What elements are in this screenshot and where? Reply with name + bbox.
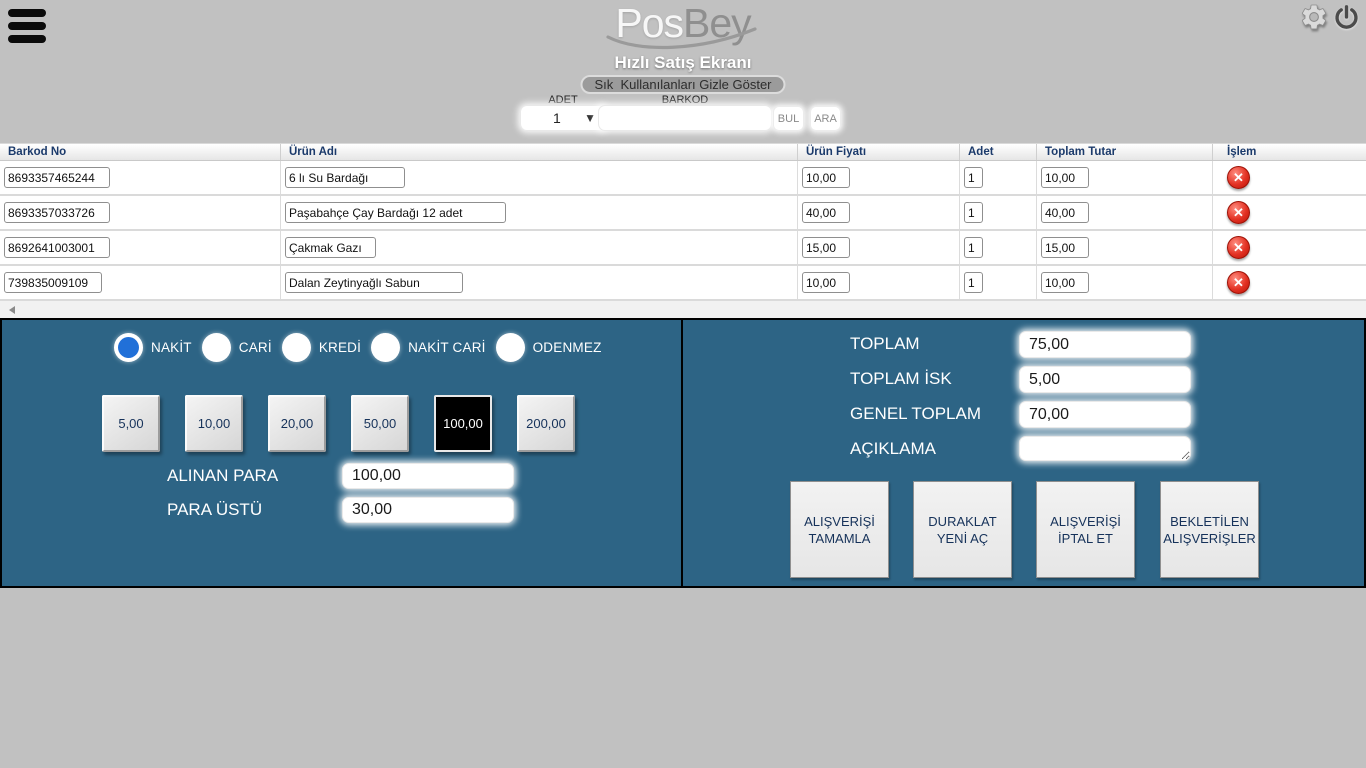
radio-label: KREDİ [319, 340, 361, 355]
summary-right-pane: TOPLAM TOPLAM İSK GENEL TOPLAM AÇIKLAMA … [683, 320, 1364, 586]
row-price-input[interactable] [802, 272, 850, 293]
table-row: ✕ [0, 231, 1366, 266]
payment-panel: NAKİT CARİ KREDİ NAKİT CARİ ODENMEZ [0, 318, 1366, 588]
row-qty-input[interactable] [964, 167, 983, 188]
radio-nakit-cari[interactable]: NAKİT CARİ [371, 333, 486, 362]
radio-nakit[interactable]: NAKİT [114, 333, 192, 362]
row-barcode-input[interactable] [4, 202, 110, 223]
radio-circle[interactable] [202, 333, 231, 362]
radio-kredi[interactable]: KREDİ [282, 333, 361, 362]
radio-label: NAKİT [151, 340, 192, 355]
denomination-buttons: 5,00 10,00 20,00 50,00 100,00 200,00 [102, 395, 575, 452]
change-money-input[interactable] [342, 497, 514, 523]
quantity-select[interactable]: 1 [521, 106, 605, 130]
radio-label: ODENMEZ [533, 340, 602, 355]
denom-5-button[interactable]: 5,00 [102, 395, 160, 452]
toplam-label: TOPLAM [850, 334, 920, 354]
row-barcode-input[interactable] [4, 237, 110, 258]
denom-100-button-selected[interactable]: 100,00 [434, 395, 492, 452]
radio-circle[interactable] [371, 333, 400, 362]
page-title: Hızlı Satış Ekranı [0, 53, 1366, 73]
pos-quick-sale-screen: PosBey Hızlı Satış Ekranı Sık Kullanılan… [0, 0, 1366, 768]
held-sales-button[interactable]: BEKLETİLEN ALIŞVERİŞLER [1160, 481, 1259, 578]
row-total-input[interactable] [1041, 202, 1089, 223]
sale-items-table: Barkod No Ürün Adı Ürün Fiyatı Adet Topl… [0, 143, 1366, 301]
delete-row-icon[interactable]: ✕ [1227, 166, 1250, 189]
complete-sale-button[interactable]: ALIŞVERİŞİ TAMAMLA [790, 481, 889, 578]
col-header-toplam-tutar: Toplam Tutar [1037, 144, 1213, 160]
table-header-row: Barkod No Ürün Adı Ürün Fiyatı Adet Topl… [0, 143, 1366, 161]
row-barcode-input[interactable] [4, 272, 102, 293]
pause-open-new-button[interactable]: DURAKLAT YENİ AÇ [913, 481, 1012, 578]
logo-swoosh [605, 27, 761, 55]
denom-200-button[interactable]: 200,00 [517, 395, 575, 452]
row-product-name-input[interactable] [285, 202, 506, 223]
scroll-left-arrow-icon[interactable] [9, 306, 15, 314]
delete-row-icon[interactable]: ✕ [1227, 236, 1250, 259]
row-total-input[interactable] [1041, 167, 1089, 188]
row-price-input[interactable] [802, 202, 850, 223]
col-header-islem: İşlem [1213, 144, 1366, 160]
row-price-input[interactable] [802, 167, 850, 188]
radio-circle[interactable] [282, 333, 311, 362]
radio-label: NAKİT CARİ [408, 340, 486, 355]
payment-method-group: NAKİT CARİ KREDİ NAKİT CARİ ODENMEZ [114, 333, 602, 362]
denom-10-button[interactable]: 10,00 [185, 395, 243, 452]
table-row: ✕ [0, 266, 1366, 301]
para-ustu-label: PARA ÜSTÜ [167, 500, 262, 520]
radio-odenmez[interactable]: ODENMEZ [496, 333, 602, 362]
col-header-barkod-no: Barkod No [0, 144, 281, 160]
alinan-para-label: ALINAN PARA [167, 466, 278, 486]
find-button[interactable]: BUL [773, 106, 804, 131]
received-money-input[interactable] [342, 463, 514, 489]
description-textarea[interactable] [1019, 436, 1191, 461]
delete-row-icon[interactable]: ✕ [1227, 201, 1250, 224]
denom-20-button[interactable]: 20,00 [268, 395, 326, 452]
row-qty-input[interactable] [964, 272, 983, 293]
row-total-input[interactable] [1041, 237, 1089, 258]
total-input[interactable] [1019, 331, 1191, 358]
cancel-sale-button[interactable]: ALIŞVERİŞİ İPTAL ET [1036, 481, 1135, 578]
genel-toplam-label: GENEL TOPLAM [850, 404, 981, 424]
denom-50-button[interactable]: 50,00 [351, 395, 409, 452]
grand-total-input[interactable] [1019, 401, 1191, 428]
radio-circle-selected[interactable] [114, 333, 143, 362]
row-product-name-input[interactable] [285, 237, 376, 258]
row-price-input[interactable] [802, 237, 850, 258]
total-discount-input[interactable] [1019, 366, 1191, 393]
toplam-isk-label: TOPLAM İSK [850, 369, 952, 389]
barcode-input[interactable] [598, 105, 772, 131]
table-row: ✕ [0, 196, 1366, 231]
row-product-name-input[interactable] [285, 272, 463, 293]
row-total-input[interactable] [1041, 272, 1089, 293]
col-header-urun-adi: Ürün Adı [281, 144, 798, 160]
row-barcode-input[interactable] [4, 167, 110, 188]
radio-cari[interactable]: CARİ [202, 333, 272, 362]
favorites-toggle-button[interactable]: Sık Kullanılanları Gizle Göster [580, 75, 785, 94]
radio-circle[interactable] [496, 333, 525, 362]
row-qty-input[interactable] [964, 202, 983, 223]
radio-label: CARİ [239, 340, 272, 355]
search-button[interactable]: ARA [810, 106, 841, 131]
col-header-urun-fiyati: Ürün Fiyatı [798, 144, 960, 160]
delete-row-icon[interactable]: ✕ [1227, 271, 1250, 294]
horizontal-scrollbar[interactable] [0, 301, 1366, 318]
payment-left-pane: NAKİT CARİ KREDİ NAKİT CARİ ODENMEZ [2, 320, 683, 586]
row-qty-input[interactable] [964, 237, 983, 258]
row-product-name-input[interactable] [285, 167, 405, 188]
col-header-adet: Adet [960, 144, 1037, 160]
table-row: ✕ [0, 161, 1366, 196]
aciklama-label: AÇIKLAMA [850, 439, 936, 459]
